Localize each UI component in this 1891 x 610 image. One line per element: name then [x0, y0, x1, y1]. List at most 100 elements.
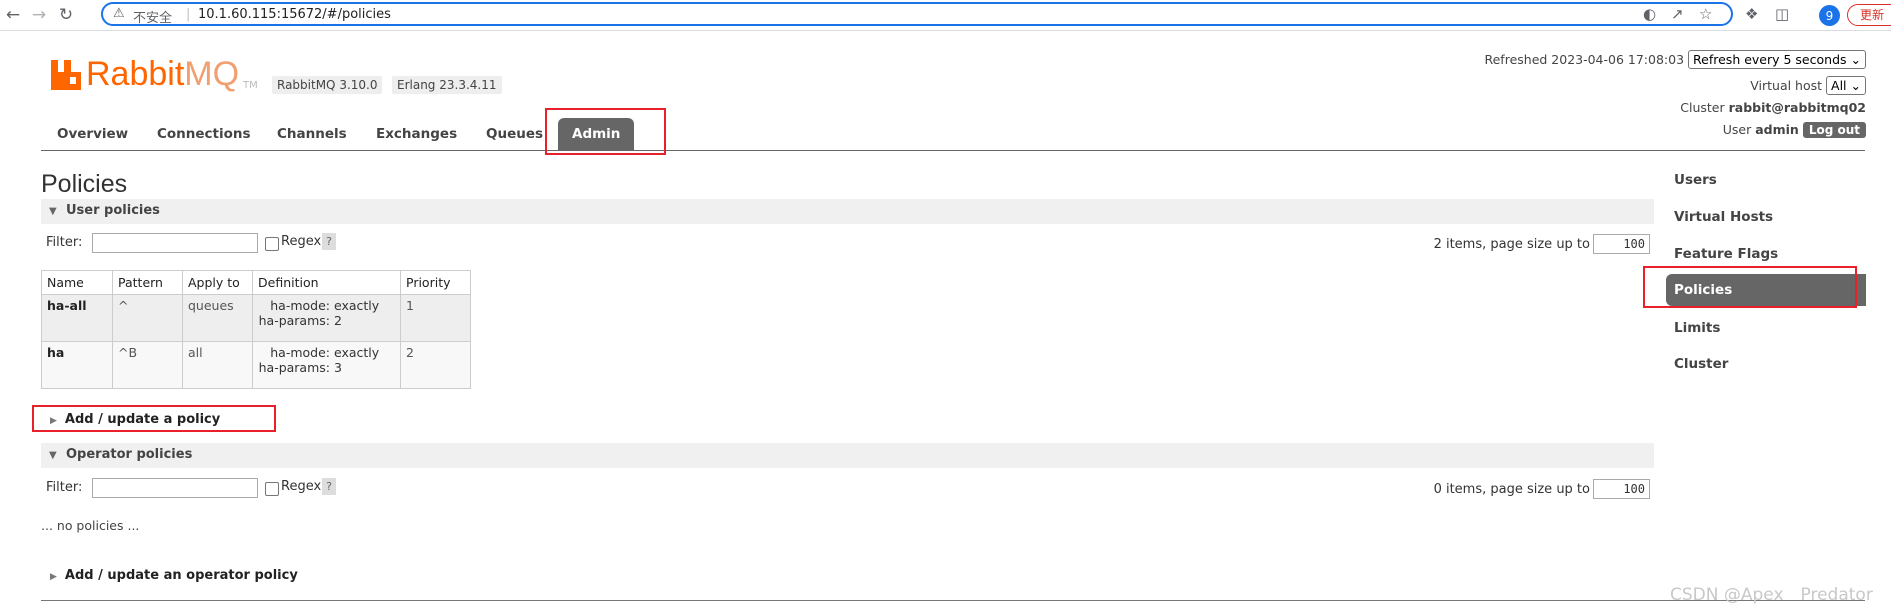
policy-pattern-cell: ^	[112, 294, 183, 342]
tab-connections[interactable]: Connections	[157, 118, 251, 150]
operator-policies-count-label: 0 items, page size up to	[1433, 482, 1590, 497]
add-update-operator-policy-toggle[interactable]: ▶ Add / update an operator policy	[50, 568, 298, 583]
virtual-host-value: All	[1831, 78, 1847, 93]
regex-help-icon[interactable]: ?	[322, 478, 336, 495]
bookmark-star-icon[interactable]: ☆	[1699, 5, 1712, 23]
policy-name-cell[interactable]: ha-all	[41, 294, 113, 342]
regex-help-icon[interactable]: ?	[322, 233, 336, 250]
highlight-box-admin-tab	[545, 108, 666, 155]
policy-definition-cell: ha-mode: exactly ha-params: 3	[252, 341, 401, 389]
policy-definition-cell: ha-mode: exactly ha-params: 2	[252, 294, 401, 342]
reload-icon[interactable]: ↻	[55, 4, 77, 26]
sidebar-item-cluster[interactable]: Cluster	[1674, 356, 1728, 372]
operator-policies-regex-checkbox[interactable]	[265, 482, 279, 496]
page-title: Policies	[41, 170, 128, 198]
column-header-pattern[interactable]: Pattern	[112, 270, 183, 295]
version-badge: RabbitMQ 3.10.0	[272, 76, 383, 94]
user-policies-regex-checkbox[interactable]	[265, 237, 279, 251]
highlight-box-policies-sidebar	[1643, 266, 1857, 308]
update-button[interactable]: 更新	[1847, 4, 1891, 26]
browser-toolbar: ← → ↻ ⚠ 不安全 | 10.1.60.115:15672/#/polici…	[0, 0, 1891, 31]
policy-pattern-cell: ^B	[112, 341, 183, 389]
policy-priority-cell: 2	[400, 341, 471, 389]
google-lens-icon[interactable]: ◐	[1643, 5, 1656, 23]
tab-channels[interactable]: Channels	[277, 118, 347, 150]
filter-label: Filter:	[46, 235, 83, 250]
operator-policies-title: Operator policies	[66, 447, 193, 462]
policy-name-cell[interactable]: ha	[41, 341, 113, 389]
cluster-label: Cluster	[1680, 100, 1725, 115]
extensions-puzzle-icon[interactable]: ❖	[1745, 5, 1758, 23]
refreshed-timestamp: Refreshed 2023-04-06 17:08:03	[1484, 52, 1685, 67]
logo-rabbit-text: Rabbit	[86, 55, 185, 93]
column-header-priority[interactable]: Priority	[400, 270, 471, 295]
main-nav-tabs: Overview Connections Channels Exchanges …	[41, 118, 1865, 151]
operator-policies-header[interactable]: ▼ Operator policies	[41, 443, 1654, 468]
definition-value: 3	[333, 360, 342, 375]
logo-mq-text: MQ	[184, 55, 240, 93]
policy-priority-cell: 1	[400, 294, 471, 342]
tab-queues[interactable]: Queues	[486, 118, 543, 150]
sidebar-item-users[interactable]: Users	[1674, 172, 1717, 188]
user-policies-header[interactable]: ▼ User policies	[41, 199, 1654, 224]
chevron-down-icon: ⌄	[1850, 78, 1861, 93]
sidebar-item-virtual-hosts[interactable]: Virtual Hosts	[1674, 209, 1773, 225]
chevron-down-icon: ⌄	[1850, 52, 1861, 67]
collapse-triangle-icon: ▼	[49, 450, 57, 461]
column-header-name[interactable]: Name	[41, 270, 113, 295]
definition-key: ha-mode:	[270, 345, 330, 360]
separator: |	[186, 7, 191, 22]
operator-policies-filter-input[interactable]	[92, 478, 258, 498]
definition-value: exactly	[333, 298, 380, 313]
definition-key: ha-params:	[258, 313, 330, 328]
operator-policies-page-size-input[interactable]: 100	[1593, 479, 1650, 499]
url-text[interactable]: 10.1.60.115:15672/#/policies	[198, 7, 391, 22]
security-label[interactable]: 不安全	[133, 7, 172, 26]
back-arrow-icon[interactable]: ←	[2, 4, 24, 26]
column-header-apply-to[interactable]: Apply to	[182, 270, 253, 295]
erlang-badge: Erlang 23.3.4.11	[392, 76, 502, 94]
refresh-select-value: Refresh every 5 seconds	[1693, 52, 1847, 67]
tab-exchanges[interactable]: Exchanges	[376, 118, 457, 150]
virtual-host-select[interactable]: All ⌄	[1826, 76, 1866, 95]
watermark-text: CSDN @Apex Predator	[1670, 585, 1873, 605]
regex-label: Regex	[281, 479, 322, 494]
side-panel-icon[interactable]: ◫	[1775, 5, 1789, 23]
profile-avatar[interactable]: 9	[1819, 5, 1840, 26]
definition-key: ha-mode:	[270, 298, 330, 313]
warning-icon[interactable]: ⚠	[113, 6, 125, 21]
rabbitmq-logo-icon[interactable]	[51, 60, 81, 90]
collapse-triangle-icon: ▼	[49, 206, 57, 217]
policy-apply-to-cell: queues	[182, 294, 253, 342]
logo-wordmark[interactable]: RabbitMQ	[86, 55, 239, 94]
definition-value: exactly	[333, 345, 380, 360]
user-policies-page-size-input[interactable]: 100	[1593, 234, 1650, 254]
filter-label: Filter:	[46, 480, 83, 495]
tab-overview[interactable]: Overview	[57, 118, 128, 150]
forward-arrow-icon[interactable]: →	[28, 4, 50, 26]
share-icon[interactable]: ↗	[1671, 5, 1684, 23]
refresh-select[interactable]: Refresh every 5 seconds ⌄	[1688, 50, 1866, 69]
sidebar-item-limits[interactable]: Limits	[1674, 320, 1720, 336]
column-header-definition[interactable]: Definition	[252, 270, 401, 295]
footer-divider	[41, 600, 1865, 601]
user-policies-title: User policies	[66, 203, 160, 218]
user-policies-filter-input[interactable]	[92, 233, 258, 253]
address-bar[interactable]: ⚠ 不安全 | 10.1.60.115:15672/#/policies	[101, 2, 1733, 26]
cluster-name: rabbit@rabbitmq02	[1728, 100, 1866, 115]
expand-triangle-icon: ▶	[50, 572, 57, 582]
logo-tm: TM	[243, 80, 258, 91]
user-policies-table: Name Pattern Apply to Definition Priorit…	[41, 270, 471, 389]
user-policies-count-label: 2 items, page size up to	[1433, 237, 1590, 252]
table-row[interactable]: ha-all ^ queues ha-mode: exactly ha-para…	[41, 294, 471, 342]
sidebar-item-feature-flags[interactable]: Feature Flags	[1674, 246, 1778, 262]
policy-apply-to-cell: all	[182, 341, 253, 389]
definition-key: ha-params:	[258, 360, 330, 375]
highlight-box-add-policy	[32, 405, 276, 432]
no-policies-text: ... no policies ...	[41, 518, 140, 533]
virtual-host-label: Virtual host	[1750, 78, 1823, 93]
add-update-operator-policy-label: Add / update an operator policy	[64, 568, 298, 583]
regex-label: Regex	[281, 234, 322, 249]
definition-value: 2	[333, 313, 342, 328]
table-row[interactable]: ha ^B all ha-mode: exactly ha-params: 3 …	[41, 341, 471, 389]
